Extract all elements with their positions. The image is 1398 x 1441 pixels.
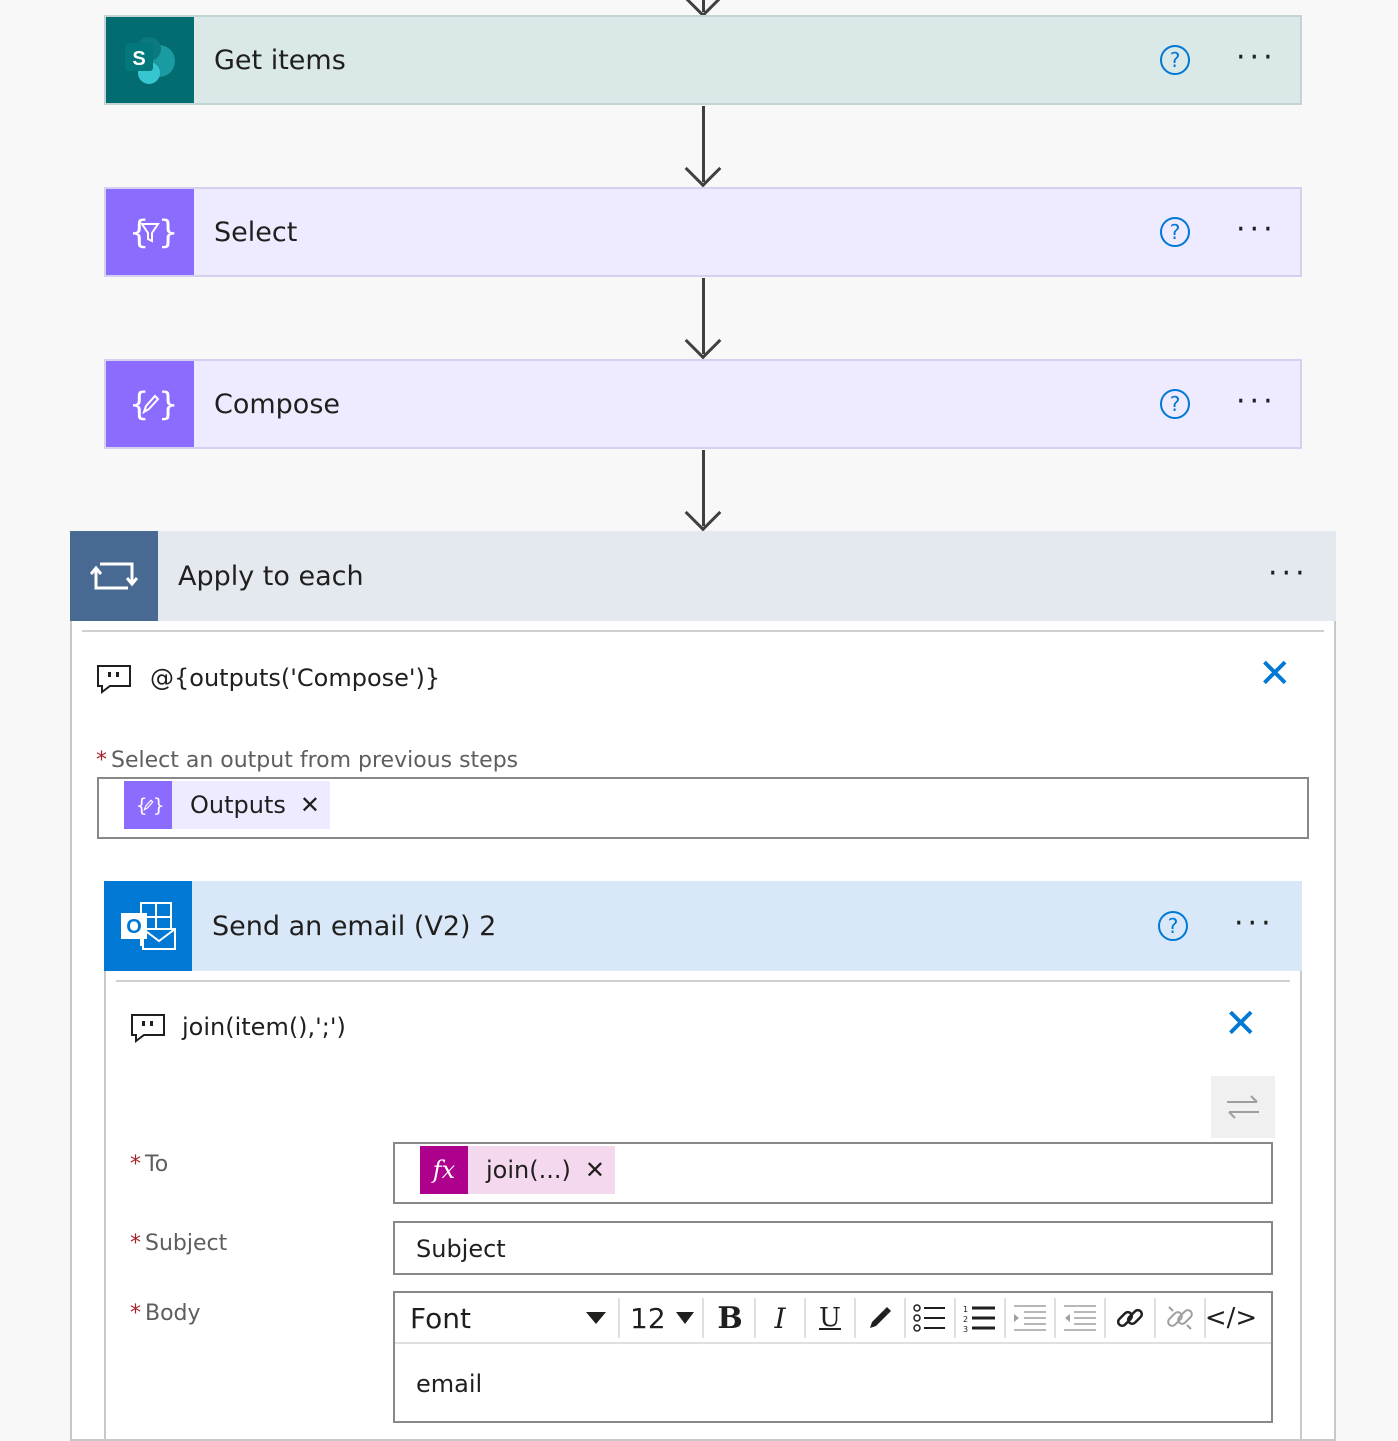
bullet-list-button[interactable] [906, 1298, 956, 1338]
font-label: Font [410, 1301, 471, 1335]
step-title: Compose [214, 388, 341, 420]
bold-button[interactable]: B [706, 1298, 756, 1338]
body-label: * Body [130, 1301, 201, 1326]
toolbar-divider [395, 1342, 1271, 1344]
subject-value: Subject [416, 1235, 506, 1263]
comment-icon [130, 1013, 166, 1047]
link-icon [1116, 1308, 1144, 1328]
outdent-icon [1064, 1305, 1096, 1331]
token-label: join(...) [486, 1156, 571, 1184]
eyedropper-icon [870, 1307, 891, 1328]
comment-text: join(item(),';') [182, 1013, 346, 1041]
chevron-down-icon [676, 1312, 694, 1324]
to-label: * To [130, 1152, 169, 1177]
compose-icon: { } [124, 781, 172, 829]
switch-mode-button[interactable] [1211, 1076, 1275, 1138]
more-options-icon[interactable]: ··· [1236, 43, 1277, 73]
more-options-icon[interactable]: ··· [1234, 909, 1275, 939]
close-comment-icon[interactable]: ✕ [1258, 654, 1292, 694]
more-options-icon[interactable]: ··· [1268, 559, 1309, 589]
help-icon[interactable]: ? [1160, 45, 1190, 75]
svg-text:}: } [158, 385, 175, 423]
subject-input[interactable] [393, 1221, 1273, 1275]
apply-to-each-header[interactable]: Apply to each ··· [70, 531, 1336, 621]
font-dropdown[interactable]: Font [398, 1298, 620, 1338]
svg-text:1: 1 [963, 1305, 968, 1314]
code-icon: </> [1204, 1303, 1258, 1333]
code-view-button[interactable]: </> [1204, 1298, 1258, 1338]
body-value: email [416, 1370, 483, 1398]
remove-token-icon[interactable]: ✕ [585, 1156, 615, 1184]
svg-text:S: S [132, 48, 145, 70]
bullet-list-icon [913, 1304, 945, 1332]
italic-button[interactable]: I [756, 1298, 806, 1338]
numbered-list-icon: 1 2 3 [963, 1305, 995, 1332]
outdent-button[interactable] [1056, 1298, 1106, 1338]
font-size-dropdown[interactable]: 12 [622, 1298, 704, 1338]
comment-icon [96, 664, 132, 698]
connector-arrow-head [684, 322, 722, 360]
svg-text:2: 2 [963, 1315, 968, 1324]
compose-icon: { } [106, 361, 194, 447]
svg-text:3: 3 [963, 1325, 968, 1332]
remove-link-button[interactable] [1156, 1298, 1206, 1338]
subject-label: * Subject [130, 1231, 228, 1256]
step-card-compose[interactable]: { } Compose ? ··· [104, 359, 1302, 449]
step-card-select[interactable]: { } Select ? ··· [104, 187, 1302, 277]
divider [116, 980, 1290, 982]
send-email-header[interactable]: O Send an email (V2) 2 ? ··· [104, 881, 1302, 971]
remove-token-icon[interactable]: ✕ [300, 791, 330, 819]
divider [82, 630, 1324, 632]
numbered-list-button[interactable]: 1 2 3 [956, 1298, 1006, 1338]
text-color-button[interactable] [856, 1298, 906, 1338]
function-icon: fx [420, 1146, 468, 1194]
token-label: Outputs [190, 791, 286, 819]
help-icon[interactable]: ? [1160, 217, 1190, 247]
help-icon[interactable]: ? [1158, 911, 1188, 941]
unlink-icon [1167, 1306, 1193, 1330]
svg-text:}: } [158, 213, 175, 251]
more-options-icon[interactable]: ··· [1236, 387, 1277, 417]
connector-arrow-head [684, 150, 722, 188]
svg-text:O: O [126, 916, 142, 938]
step-title: Select [214, 216, 298, 248]
step-card-get-items[interactable]: S Get items ? ··· [104, 15, 1302, 105]
sharepoint-icon: S [106, 17, 194, 103]
underline-button[interactable]: U [806, 1298, 856, 1338]
close-comment-icon[interactable]: ✕ [1224, 1004, 1258, 1044]
loop-icon [70, 531, 158, 621]
output-label: * Select an output from previous steps [96, 748, 519, 773]
help-icon[interactable]: ? [1160, 389, 1190, 419]
outputs-token[interactable]: { } Outputs ✕ [124, 781, 330, 829]
connector-arrow-head [684, 494, 722, 532]
select-icon: { } [106, 189, 194, 275]
indent-icon [1014, 1305, 1046, 1331]
step-title: Get items [214, 44, 346, 76]
svg-text:}: } [153, 795, 163, 817]
comment-text: @{outputs('Compose')} [150, 664, 441, 692]
chevron-down-icon [586, 1312, 606, 1324]
join-expression-token[interactable]: fx join(...) ✕ [420, 1146, 615, 1194]
indent-button[interactable] [1006, 1298, 1056, 1338]
step-title: Apply to each [178, 560, 364, 592]
svg-text:{: { [129, 385, 149, 423]
font-size-label: 12 [630, 1301, 666, 1335]
more-options-icon[interactable]: ··· [1236, 215, 1277, 245]
step-title: Send an email (V2) 2 [212, 910, 497, 942]
outlook-icon: O [104, 881, 192, 971]
insert-link-button[interactable] [1106, 1298, 1156, 1338]
swap-arrows-icon [1227, 1095, 1259, 1119]
